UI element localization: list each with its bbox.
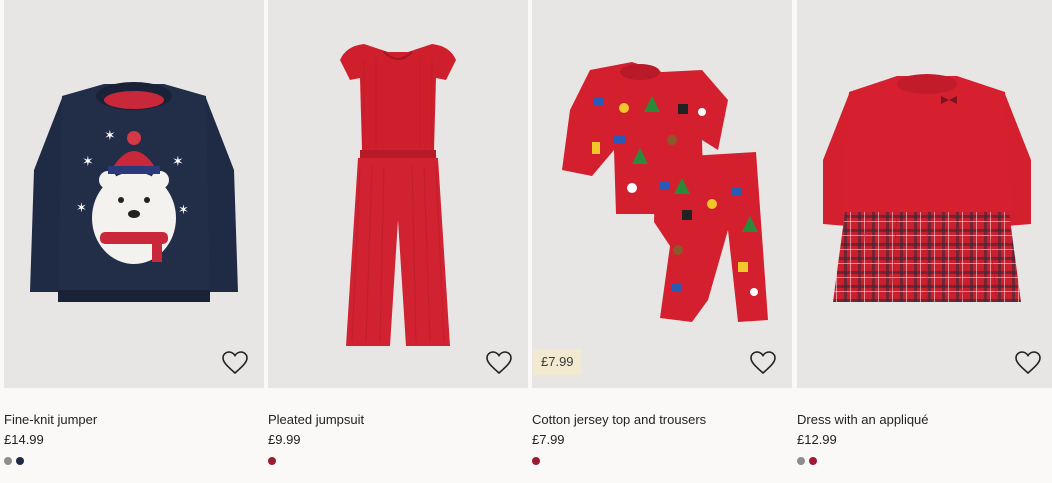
dress-illustration — [823, 74, 1031, 302]
color-swatch[interactable] — [809, 457, 817, 465]
color-swatches — [797, 457, 817, 465]
svg-text:✶: ✶ — [172, 154, 184, 170]
product-price: £14.99 — [4, 432, 44, 447]
product-image[interactable] — [268, 0, 528, 388]
color-swatch[interactable] — [268, 457, 276, 465]
svg-text:✶: ✶ — [104, 128, 116, 144]
heart-outline-icon[interactable] — [222, 351, 248, 375]
color-swatches — [4, 457, 24, 465]
product-grid: ✶ ✶ ✶ ✶ ✶ Fine-knit jumper £14.99 Pleate… — [0, 0, 1052, 483]
color-swatch[interactable] — [532, 457, 540, 465]
color-swatch[interactable] — [4, 457, 12, 465]
jumper-illustration: ✶ ✶ ✶ ✶ ✶ — [30, 82, 238, 302]
svg-text:✶: ✶ — [178, 203, 189, 218]
top-and-trousers-illustration — [562, 62, 768, 322]
heart-outline-icon[interactable] — [1015, 351, 1041, 375]
color-swatches — [532, 457, 540, 465]
color-swatch[interactable] — [797, 457, 805, 465]
product-image[interactable] — [797, 0, 1052, 388]
product-title[interactable]: Cotton jersey top and trousers — [532, 411, 706, 429]
product-title[interactable]: Pleated jumpsuit — [268, 411, 364, 429]
product-image[interactable]: £7.99 — [532, 0, 792, 388]
promo-price-tag: £7.99 — [533, 349, 582, 375]
svg-text:✶: ✶ — [76, 201, 87, 216]
jumpsuit-illustration — [340, 44, 456, 346]
product-price: £9.99 — [268, 432, 301, 447]
color-swatch[interactable] — [16, 457, 24, 465]
svg-text:✶: ✶ — [82, 154, 94, 170]
color-swatches — [268, 457, 276, 465]
product-price: £12.99 — [797, 432, 837, 447]
heart-outline-icon[interactable] — [750, 351, 776, 375]
product-card: £7.99 Cotton jersey top and trousers £7.… — [532, 0, 792, 483]
product-card: Pleated jumpsuit £9.99 — [268, 0, 528, 483]
heart-outline-icon[interactable] — [486, 351, 512, 375]
product-image[interactable]: ✶ ✶ ✶ ✶ ✶ — [4, 0, 264, 388]
product-card: ✶ ✶ ✶ ✶ ✶ Fine-knit jumper £14.99 — [4, 0, 264, 483]
product-title[interactable]: Dress with an appliqué — [797, 411, 929, 429]
product-card: Dress with an appliqué £12.99 — [797, 0, 1052, 483]
product-title[interactable]: Fine-knit jumper — [4, 411, 97, 429]
product-price: £7.99 — [532, 432, 565, 447]
